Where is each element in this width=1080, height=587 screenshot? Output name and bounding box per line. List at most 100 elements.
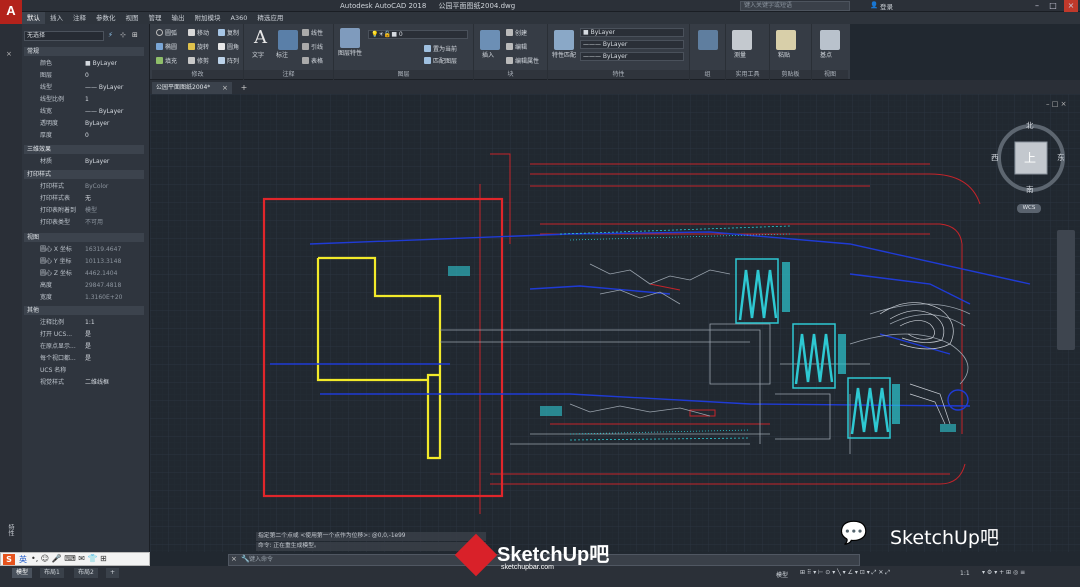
user-icon[interactable]: 👤 xyxy=(870,1,878,9)
group-label-utilities[interactable]: 实用工具 xyxy=(726,70,769,79)
create-block-button[interactable]: 创建 xyxy=(506,28,527,37)
group-label-annotation[interactable]: 注释 xyxy=(244,70,333,79)
group-label-layer[interactable]: 图层 xyxy=(334,70,473,79)
tab-insert[interactable]: 插入 xyxy=(45,12,68,24)
prop-row-width[interactable]: 宽度 1.3160E+20 xyxy=(24,292,144,304)
base-point-button[interactable]: 基点 xyxy=(820,50,832,59)
fillet-button[interactable]: 圆角 xyxy=(218,42,239,51)
close-tab-icon[interactable]: × xyxy=(222,82,232,94)
grid-toggle-icon[interactable]: ⊞ ⠿ ▾ ⊢ ⊙ ▾ ╲ ▾ ∠ ▾ ⊡ ▾ ⤢ ✕ ⤢ xyxy=(800,569,890,577)
minimize-icon[interactable]: – xyxy=(1030,0,1044,12)
tab-manage[interactable]: 管理 xyxy=(144,12,167,24)
prop-row-plot-type[interactable]: 打印表类型 不可用 xyxy=(24,217,144,229)
application-menu-button[interactable]: A xyxy=(0,0,22,24)
selection-dropdown[interactable]: 无选择 xyxy=(24,31,104,41)
tab-annotate[interactable]: 注释 xyxy=(68,12,91,24)
annotation-scale[interactable]: 1:1 xyxy=(960,570,970,577)
navigation-bar[interactable] xyxy=(1057,230,1075,350)
section-misc[interactable]: 其他 xyxy=(24,306,144,315)
layer-properties-icon[interactable] xyxy=(340,28,360,48)
prop-row-thickness[interactable]: 厚度 0 xyxy=(24,130,144,142)
ime-language[interactable]: 英 xyxy=(19,554,27,565)
close-icon[interactable]: × xyxy=(1064,0,1078,12)
color-dropdown[interactable]: ■ ByLayer xyxy=(580,28,684,37)
command-settings-icon[interactable]: 🔧 xyxy=(241,555,250,563)
group-icon[interactable] xyxy=(698,30,718,50)
prop-row-linetype-scale[interactable]: 线型比例 1 xyxy=(24,94,144,106)
document-tab[interactable]: 公园平面图纸2004* xyxy=(152,82,232,94)
prop-row-center-z[interactable]: 圆心 Z 坐标 4462.1404 xyxy=(24,268,144,280)
workspace-icons[interactable]: ▾ ⚙ ▾ + ⊞ ◎ ≡ xyxy=(982,569,1025,576)
select-objects-icon[interactable]: ⊹ xyxy=(120,31,126,39)
base-point-icon[interactable] xyxy=(820,30,840,50)
dimension-button[interactable]: 标注 xyxy=(276,50,288,59)
match-properties-icon[interactable] xyxy=(554,30,574,50)
command-close-icon[interactable]: × xyxy=(231,555,237,563)
measure-button[interactable]: 测量 xyxy=(734,50,746,59)
compass-east[interactable]: 东 xyxy=(1057,152,1065,163)
text-button[interactable]: 文字 xyxy=(252,50,264,59)
prop-row-layer[interactable]: 图层 0 xyxy=(24,70,144,82)
section-3d-effects[interactable]: 三维效果 xyxy=(24,145,144,154)
group-label-clipboard[interactable]: 剪贴板 xyxy=(770,70,811,79)
tab-model[interactable]: 模型 xyxy=(12,568,33,578)
prop-row-visual-style[interactable]: 视觉样式 二维线框 xyxy=(24,377,144,389)
measure-icon[interactable] xyxy=(732,30,752,50)
leader-button[interactable]: 引线 xyxy=(302,42,323,51)
linetype-dropdown[interactable]: ——— ByLayer xyxy=(580,40,684,49)
group-label-properties[interactable]: 特性 xyxy=(548,70,689,79)
viewcube-top-face[interactable]: 上 xyxy=(1024,149,1036,166)
prop-row-color[interactable]: 颜色 ■ ByLayer xyxy=(24,58,144,70)
tab-output[interactable]: 输出 xyxy=(167,12,190,24)
ucs-menu[interactable]: WCS xyxy=(1017,204,1041,213)
lineweight-dropdown[interactable]: ——— ByLayer xyxy=(580,52,684,61)
paste-button[interactable]: 粘贴 xyxy=(778,50,790,59)
tab-a360[interactable]: A360 xyxy=(226,12,253,24)
ime-tool-icons[interactable]: •, ☺ 🎤 ⌨ ✉ 👕 ⊞ xyxy=(31,554,107,563)
toggle-pickadd-icon[interactable]: ⊞ xyxy=(132,31,138,39)
text-icon[interactable]: A xyxy=(254,27,267,48)
trim-button[interactable]: 修剪 xyxy=(188,56,209,65)
prop-row-material[interactable]: 材质 ByLayer xyxy=(24,156,144,168)
edit-block-button[interactable]: 编辑 xyxy=(506,42,527,51)
insert-block-icon[interactable] xyxy=(480,30,500,50)
match-properties-button[interactable]: 特性匹配 xyxy=(552,50,576,59)
prop-row-annotation-scale[interactable]: 注释比例 1:1 xyxy=(24,317,144,329)
table-button[interactable]: 表格 xyxy=(302,56,323,65)
tab-layout2[interactable]: 布局2 xyxy=(74,568,98,578)
tab-featured-apps[interactable]: 精选应用 xyxy=(252,12,288,24)
prop-row-plot-style[interactable]: 打印样式 ByColor xyxy=(24,181,144,193)
drawing-canvas[interactable] xyxy=(150,94,1080,552)
prop-row-plot-attached[interactable]: 打印表附着到 模型 xyxy=(24,205,144,217)
copy-button[interactable]: 复制 xyxy=(218,28,239,37)
layer-dropdown[interactable]: 💡☀🔓■ 0 xyxy=(368,30,468,39)
hatch-button[interactable]: 填充 xyxy=(156,56,177,65)
viewport-controls[interactable]: – □ × xyxy=(1046,100,1066,108)
prop-row-ucs-per-viewport[interactable]: 每个视口都... 是 xyxy=(24,353,144,365)
quick-select-icon[interactable]: ⚡ xyxy=(108,31,113,39)
dimension-icon[interactable] xyxy=(278,30,298,50)
make-current-button[interactable]: 置为当前 xyxy=(424,44,457,53)
ellipse-button[interactable]: 椭圆 xyxy=(156,42,177,51)
prop-row-ucs-name[interactable]: UCS 名称 xyxy=(24,365,144,377)
prop-row-ucs-at-origin[interactable]: 在原点显示... 是 xyxy=(24,341,144,353)
prop-row-transparency[interactable]: 透明度 ByLayer xyxy=(24,118,144,130)
section-general[interactable]: 常规 xyxy=(24,47,144,56)
ime-toolbar[interactable]: S 英 •, ☺ 🎤 ⌨ ✉ 👕 ⊞ xyxy=(0,552,150,566)
drawing-svg[interactable] xyxy=(150,94,1080,552)
prop-row-linetype[interactable]: 线型 —— ByLayer xyxy=(24,82,144,94)
tab-addins[interactable]: 附加模块 xyxy=(190,12,226,24)
ime-logo[interactable]: S xyxy=(3,554,15,565)
prop-row-height[interactable]: 高度 29847.4818 xyxy=(24,280,144,292)
section-plot-style[interactable]: 打印样式 xyxy=(24,170,144,179)
viewcube[interactable]: 北 南 东 西 上 WCS xyxy=(991,120,1070,213)
array-button[interactable]: 阵列 xyxy=(218,56,239,65)
add-layout-icon[interactable]: + xyxy=(106,568,120,578)
layer-properties-button[interactable]: 图层特性 xyxy=(338,48,362,57)
compass-north[interactable]: 北 xyxy=(1026,120,1034,131)
tab-layout1[interactable]: 布局1 xyxy=(40,568,64,578)
rotate-button[interactable]: 旋转 xyxy=(188,42,209,51)
new-tab-icon[interactable]: + xyxy=(238,82,250,94)
prop-row-ucs-icon-on[interactable]: 打开 UCS... 是 xyxy=(24,329,144,341)
move-button[interactable]: 移动 xyxy=(188,28,209,37)
